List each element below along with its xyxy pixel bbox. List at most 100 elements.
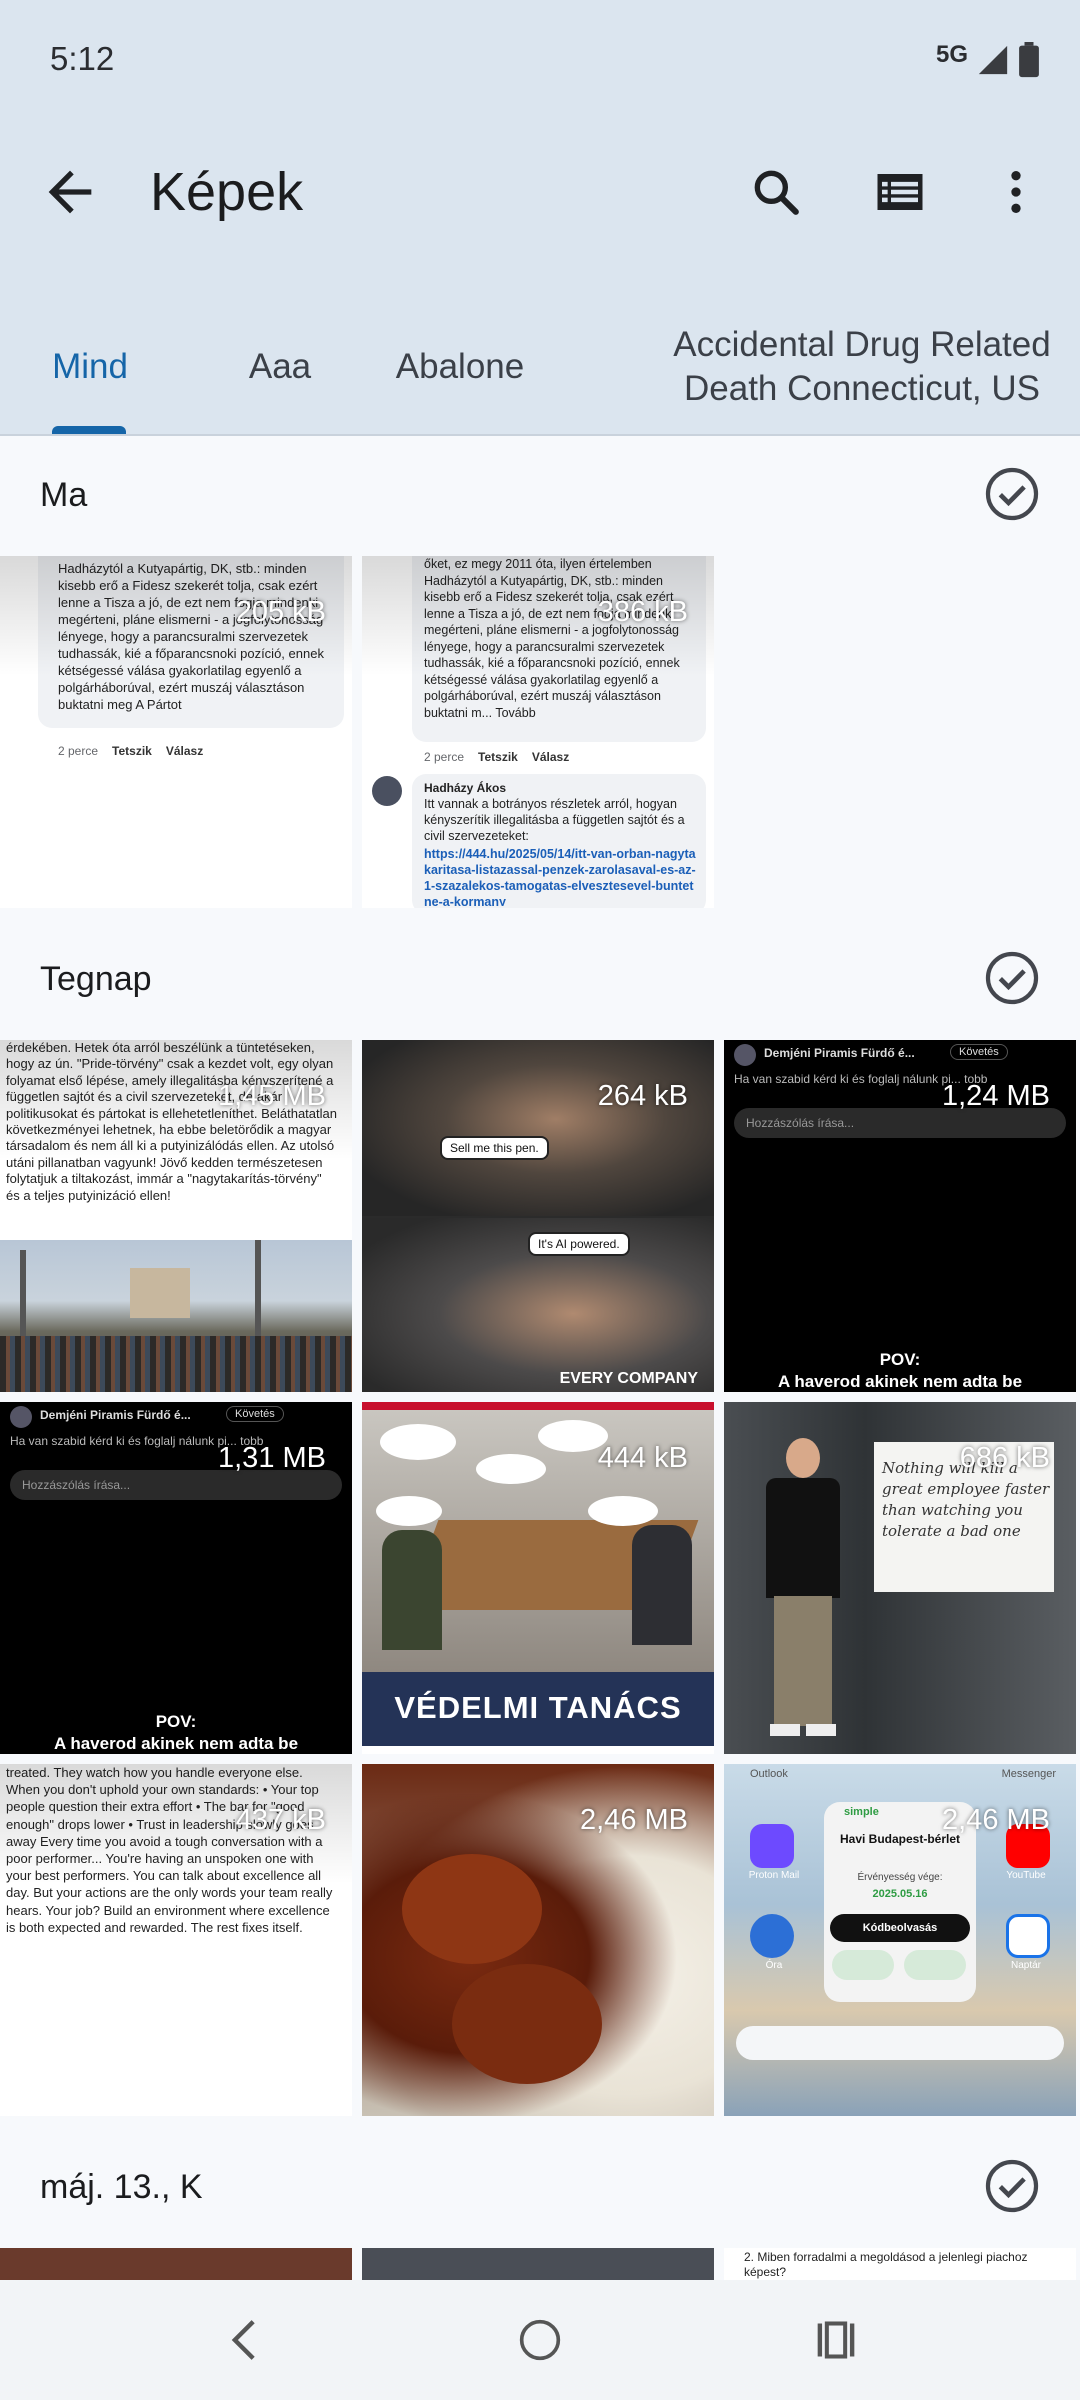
app-icon xyxy=(750,1824,794,1868)
video-caption: A haverod akinek nem adta be xyxy=(53,1734,299,1753)
more-options-button[interactable] xyxy=(984,160,1048,224)
file-size-label: 2,46 MB xyxy=(580,1804,688,1836)
pov-label: POV: xyxy=(879,1350,921,1369)
tab-aaa[interactable]: Aaa xyxy=(220,300,340,434)
comment-time: 2 perce xyxy=(58,744,99,758)
page-name: Demjéni Piramis Fürdő é... xyxy=(764,1046,915,1060)
file-size-label: 205 kB xyxy=(235,596,326,628)
comment-text: Itt vannak a botrányos részletek arról, … xyxy=(424,797,685,843)
comment-meta: 2 perce Tetszik Válasz xyxy=(424,750,569,764)
back-button[interactable] xyxy=(38,160,102,224)
page-title: Képek xyxy=(150,162,304,222)
photo-thumbnail[interactable]: Sell me this pen. It's AI powered. EVERY… xyxy=(362,1040,714,1392)
speech-bubble: It's AI powered. xyxy=(528,1232,630,1256)
photo-thumbnail[interactable]: 2,46 MB xyxy=(362,1764,714,2116)
photo-thumbnail[interactable]: Demjéni Piramis Fürdő é... Követés Ha va… xyxy=(724,1040,1076,1392)
more-vert-icon xyxy=(1011,171,1021,213)
avatar xyxy=(372,776,402,806)
meme-panel-top xyxy=(362,1040,714,1216)
section-title: Tegnap xyxy=(40,960,152,998)
comment-link: https://444.hu/2025/05/14/itt-van-orban-… xyxy=(424,847,696,906)
file-size-label: 1,24 MB xyxy=(942,1080,1050,1112)
photo-thumbnail[interactable] xyxy=(362,2248,714,2280)
app-label: Proton Mail xyxy=(748,1870,800,1881)
select-all-check-icon[interactable] xyxy=(984,466,1040,522)
app-label: Naptár xyxy=(1010,1960,1041,1971)
photo-thumbnail[interactable]: Hadházytól a Kutyapártig, DK, stb.: mind… xyxy=(0,556,352,908)
reply-link: Válasz xyxy=(165,744,204,758)
section-header-tegnap: Tegnap xyxy=(0,924,1080,1034)
file-size-label: 437 kB xyxy=(235,1804,326,1836)
meme-caption: EVERY COMPANY xyxy=(559,1370,698,1387)
comment-time: 2 perce xyxy=(424,750,465,764)
file-size-label: 386 kB xyxy=(597,596,688,628)
photo-thumbnail[interactable]: érdekében. Hetek óta arról beszélünk a t… xyxy=(0,1040,352,1392)
reply-link: Válasz xyxy=(531,750,570,764)
app-label: YouTube xyxy=(1006,1870,1046,1881)
file-size-label: 264 kB xyxy=(597,1080,688,1112)
photo-thumbnail[interactable]: őket, ez megy 2011 óta, ilyen értelemben… xyxy=(362,556,714,908)
like-link: Tetszik xyxy=(478,750,518,764)
avatar xyxy=(10,1406,32,1428)
comment-author: Hadházy Ákos xyxy=(424,781,507,795)
list-view-button[interactable] xyxy=(868,160,932,224)
app-icon xyxy=(1006,1914,1050,1958)
file-size-label: 1,31 MB xyxy=(218,1442,326,1474)
active-tab-indicator xyxy=(52,426,126,434)
status-icons: 5G xyxy=(936,40,1040,80)
follow-label: Követés xyxy=(950,1044,1008,1060)
widget-validity: Érvényesség vége: xyxy=(857,1872,943,1883)
network-type: 5G xyxy=(935,41,968,68)
nav-back-button[interactable] xyxy=(214,2310,274,2370)
post-text: 2. Miben forradalmi a megoldásod a jelen… xyxy=(744,2250,1028,2279)
photo-thumbnail[interactable] xyxy=(0,2248,352,2280)
search-icon xyxy=(754,170,799,215)
person-figure xyxy=(752,1438,852,1738)
tab-abalone[interactable]: Abalone xyxy=(380,300,540,434)
section-header-maj-13: máj. 13., K xyxy=(0,2132,1080,2242)
signal-icon xyxy=(978,45,1008,75)
photo-thumbnail[interactable]: VÉDELMI TANÁCS 444 kB xyxy=(362,1402,714,1754)
file-size-label: 2,46 MB xyxy=(942,1804,1050,1836)
like-link: Tetszik xyxy=(112,744,152,758)
search-bar-image xyxy=(736,2026,1064,2060)
search-button[interactable] xyxy=(744,160,808,224)
tab-accidental-drug-related-death[interactable]: Accidental Drug Related Death Connecticu… xyxy=(636,300,1080,434)
home-screen-label: Outlook xyxy=(750,1768,788,1780)
photo-thumbnail[interactable]: treated. They watch how you handle every… xyxy=(0,1764,352,2116)
tab-mind[interactable]: Mind xyxy=(30,300,150,434)
list-view-icon xyxy=(877,174,923,210)
file-size-label: 686 kB xyxy=(959,1442,1050,1474)
widget-button: Kódbeolvasás xyxy=(830,1914,970,1942)
select-all-check-icon[interactable] xyxy=(984,950,1040,1006)
arrow-back-icon xyxy=(48,170,92,214)
pov-label: POV: xyxy=(155,1712,197,1731)
section-title: máj. 13., K xyxy=(40,2168,203,2206)
photo-thumbnail[interactable]: Nothing will kill a great employee faste… xyxy=(724,1402,1076,1754)
app-icon xyxy=(750,1914,794,1958)
section-header-ma: Ma xyxy=(0,440,1080,550)
nav-recents-icon xyxy=(817,2321,855,2359)
protest-photo xyxy=(0,1240,352,1392)
speech-bubble: Sell me this pen. xyxy=(440,1136,549,1160)
avatar xyxy=(734,1044,756,1066)
file-size-label: 1,45 MB xyxy=(218,1080,326,1112)
photo-thumbnail[interactable]: Outlook Messenger simple Havi Budapest-b… xyxy=(724,1764,1076,2116)
select-all-check-icon[interactable] xyxy=(984,2158,1040,2214)
top-app-area: 5:12 5G Képek Mind Aaa Abalone Accidenta… xyxy=(0,0,1080,436)
nav-home-icon xyxy=(519,2319,561,2361)
battery-icon xyxy=(1019,42,1039,78)
file-size-label: 444 kB xyxy=(597,1442,688,1474)
photo-thumbnail[interactable]: Demjéni Piramis Fürdő é... Követés Ha va… xyxy=(0,1402,352,1754)
nav-recents-button[interactable] xyxy=(806,2310,866,2370)
home-screen-label: Messenger xyxy=(1001,1768,1056,1780)
section-title: Ma xyxy=(40,476,88,514)
nav-home-button[interactable] xyxy=(510,2310,570,2370)
video-caption: A haverod akinek nem adta be xyxy=(777,1372,1023,1391)
follow-label: Követés xyxy=(226,1406,284,1422)
system-navigation-bar xyxy=(0,2280,1080,2400)
nav-back-icon xyxy=(231,2320,255,2360)
album-tabs: Mind Aaa Abalone Accidental Drug Related… xyxy=(0,300,1080,436)
widget-date: 2025.05.16 xyxy=(872,1888,928,1900)
photo-thumbnail[interactable]: 2. Miben forradalmi a megoldásod a jelen… xyxy=(724,2248,1076,2280)
